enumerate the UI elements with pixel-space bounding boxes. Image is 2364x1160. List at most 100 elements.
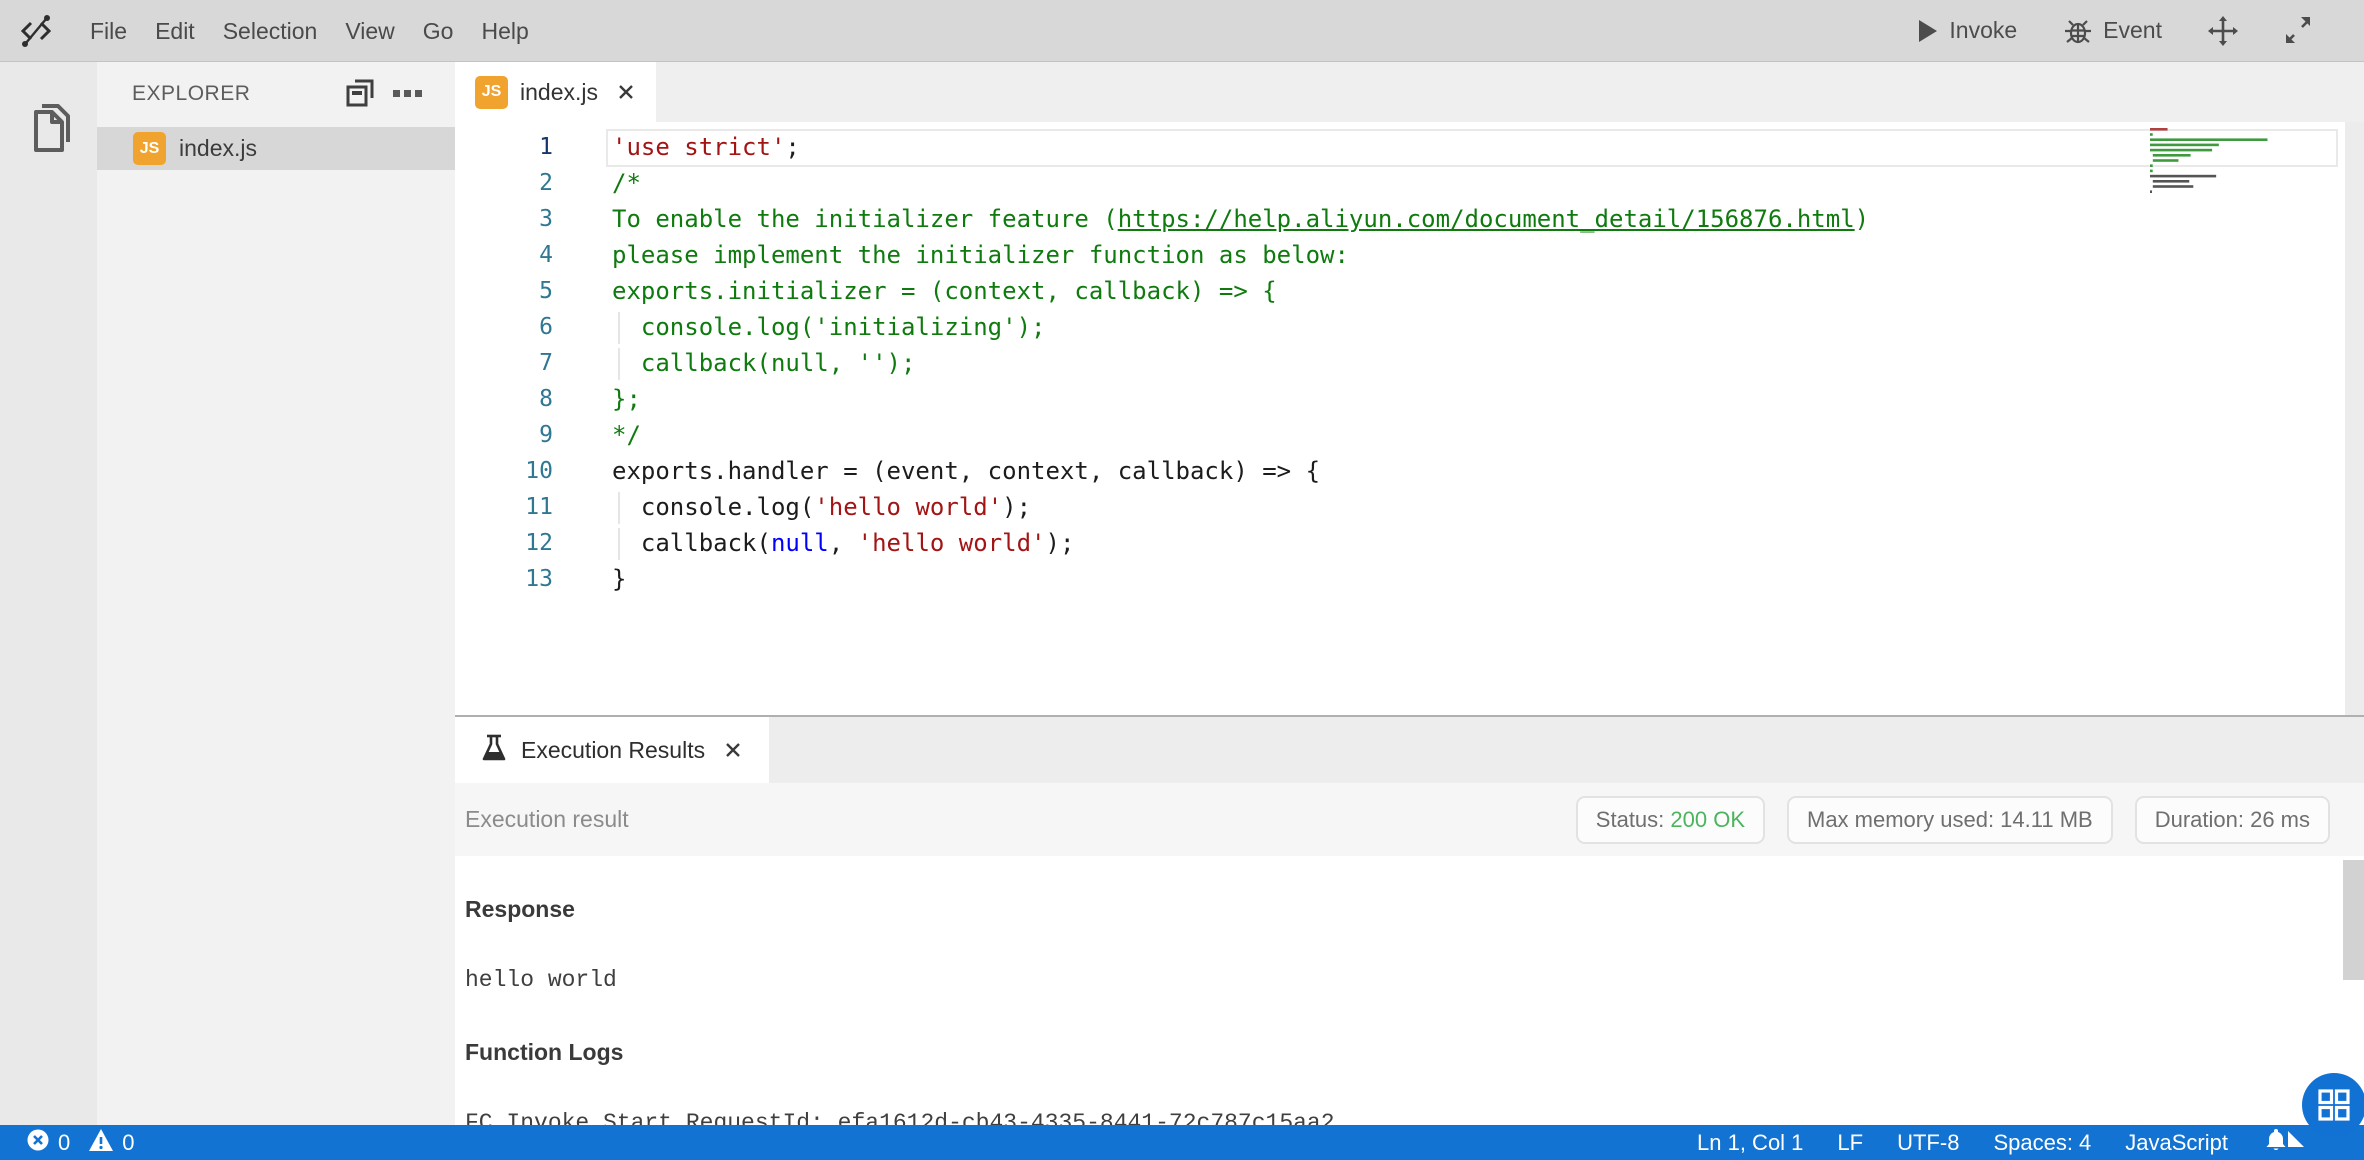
code-line-4[interactable]: 4please implement the initializer functi…	[455, 237, 2364, 273]
menu-bar: FileEditSelectionViewGoHelp Invoke Event	[0, 0, 2364, 62]
bug-icon	[2063, 17, 2093, 45]
code-line-1[interactable]: 1'use strict';	[455, 129, 2364, 165]
line-number[interactable]: 12	[455, 525, 600, 561]
line-number[interactable]: 2	[455, 165, 600, 201]
encoding-indicator[interactable]: UTF-8	[1897, 1130, 1959, 1156]
line-number[interactable]: 11	[455, 489, 600, 525]
code-line-11[interactable]: 11 console.log('hello world');	[455, 489, 2364, 525]
explorer-sidebar: EXPLORER JSindex.js	[97, 62, 455, 1125]
invoke-button[interactable]: Invoke	[1915, 17, 2017, 44]
indent-guide	[618, 348, 620, 380]
line-number[interactable]: 5	[455, 273, 600, 309]
warnings-icon[interactable]	[88, 1128, 114, 1158]
menu-view[interactable]: View	[331, 0, 408, 62]
errors-icon[interactable]	[26, 1128, 50, 1158]
code-line-text: please implement the initializer functio…	[600, 241, 1349, 269]
line-number[interactable]: 4	[455, 237, 600, 273]
warning-count[interactable]: 0	[122, 1130, 134, 1156]
tab-execution-results[interactable]: Execution Results	[455, 717, 769, 783]
more-actions-icon[interactable]	[393, 87, 423, 105]
execution-result-label: Execution result	[465, 806, 629, 833]
language-mode[interactable]: JavaScript	[2125, 1130, 2228, 1156]
sidebar-item-index-js[interactable]: JSindex.js	[97, 127, 455, 170]
editor-scrollbar[interactable]	[2345, 122, 2364, 715]
eol-indicator[interactable]: LF	[1837, 1130, 1863, 1156]
files-explorer-icon[interactable]	[22, 98, 74, 165]
code-line-text: 'use strict';	[600, 133, 800, 161]
panel-header: Execution result Status: 200 OKMax memor…	[455, 783, 2364, 856]
menu-edit[interactable]: Edit	[141, 0, 209, 62]
line-number[interactable]: 7	[455, 345, 600, 381]
code-line-2[interactable]: 2/*	[455, 165, 2364, 201]
activity-bar	[0, 62, 97, 1125]
cursor-position[interactable]: Ln 1, Col 1	[1697, 1130, 1803, 1156]
status-badge-2: Duration: 26 ms	[2135, 796, 2330, 844]
menu-selection[interactable]: Selection	[209, 0, 332, 62]
explorer-header: EXPLORER	[97, 62, 455, 124]
move-button[interactable]	[2208, 16, 2238, 46]
code-line-12[interactable]: 12 callback(null, 'hello world');	[455, 525, 2364, 561]
execution-results-panel: Execution Results Execution result Statu…	[455, 715, 2364, 1125]
editor-area: JS index.js 1'use strict';2/*3To enable …	[455, 62, 2364, 1125]
resize-grip-icon	[2288, 1131, 2304, 1147]
bell-icon[interactable]	[2262, 1126, 2290, 1160]
code-line-text: callback(null, '');	[600, 349, 915, 377]
error-count[interactable]: 0	[58, 1130, 70, 1156]
event-button[interactable]: Event	[2063, 17, 2162, 45]
menu-go[interactable]: Go	[409, 0, 468, 62]
line-number[interactable]: 9	[455, 417, 600, 453]
line-number[interactable]: 3	[455, 201, 600, 237]
apps-grid-button[interactable]	[2302, 1073, 2364, 1137]
editor-tab-bar: JS index.js	[455, 62, 2364, 122]
collapse-folders-icon[interactable]	[343, 76, 377, 115]
action-label: Event	[2103, 17, 2162, 44]
code-line-3[interactable]: 3To enable the initializer feature (http…	[455, 201, 2364, 237]
menu-help[interactable]: Help	[467, 0, 542, 62]
code-line-text: };	[600, 385, 641, 413]
code-line-9[interactable]: 9*/	[455, 417, 2364, 453]
line-number[interactable]: 10	[455, 453, 600, 489]
code-line-text: /*	[600, 169, 641, 197]
play-icon	[1915, 18, 1939, 44]
status-bar: 0 0 Ln 1, Col 1 LF UTF-8 Spaces: 4 JavaScrip…	[0, 1125, 2364, 1160]
file-name: index.js	[179, 135, 257, 162]
tab-index-js[interactable]: JS index.js	[455, 62, 656, 122]
menu-items: FileEditSelectionViewGoHelp	[76, 0, 543, 62]
code-line-text: exports.handler = (event, context, callb…	[600, 457, 1320, 485]
minimap[interactable]	[2146, 126, 2332, 204]
action-label: Invoke	[1949, 17, 2017, 44]
panel-scrollbar[interactable]	[2343, 860, 2364, 980]
code-line-10[interactable]: 10exports.handler = (event, context, cal…	[455, 453, 2364, 489]
expand-button[interactable]	[2284, 17, 2312, 45]
code-line-5[interactable]: 5exports.initializer = (context, callbac…	[455, 273, 2364, 309]
menu-file[interactable]: File	[76, 0, 141, 62]
code-line-8[interactable]: 8};	[455, 381, 2364, 417]
code-line-text: console.log('hello world');	[600, 493, 1031, 521]
code-line-6[interactable]: 6 console.log('initializing');	[455, 309, 2364, 345]
grid-icon	[2315, 1086, 2353, 1124]
code-editor[interactable]: 1'use strict';2/*3To enable the initiali…	[455, 122, 2364, 715]
code-line-text: To enable the initializer feature (https…	[600, 205, 1869, 233]
menu-actions: Invoke Event	[1915, 16, 2312, 46]
tab-label: index.js	[520, 79, 598, 106]
indent-guide	[618, 528, 620, 560]
line-number[interactable]: 1	[455, 129, 600, 165]
response-heading: Response	[465, 896, 2364, 923]
indent-guide	[618, 492, 620, 524]
indent-guide	[618, 312, 620, 344]
panel-close-icon[interactable]	[723, 740, 743, 760]
code-line-13[interactable]: 13}	[455, 561, 2364, 597]
status-badge-0: Status: 200 OK	[1576, 796, 1765, 844]
indentation-indicator[interactable]: Spaces: 4	[1993, 1130, 2091, 1156]
line-number[interactable]: 8	[455, 381, 600, 417]
code-line-text: */	[600, 421, 641, 449]
beaker-icon	[481, 733, 507, 768]
code-line-text: }	[600, 565, 626, 593]
tab-close-icon[interactable]	[616, 82, 636, 102]
panel-tab-bar: Execution Results	[455, 717, 2364, 783]
line-number[interactable]: 6	[455, 309, 600, 345]
line-number[interactable]: 13	[455, 561, 600, 597]
code-line-7[interactable]: 7 callback(null, '');	[455, 345, 2364, 381]
app-logo-icon[interactable]	[14, 9, 58, 53]
panel-tab-label: Execution Results	[521, 737, 705, 764]
